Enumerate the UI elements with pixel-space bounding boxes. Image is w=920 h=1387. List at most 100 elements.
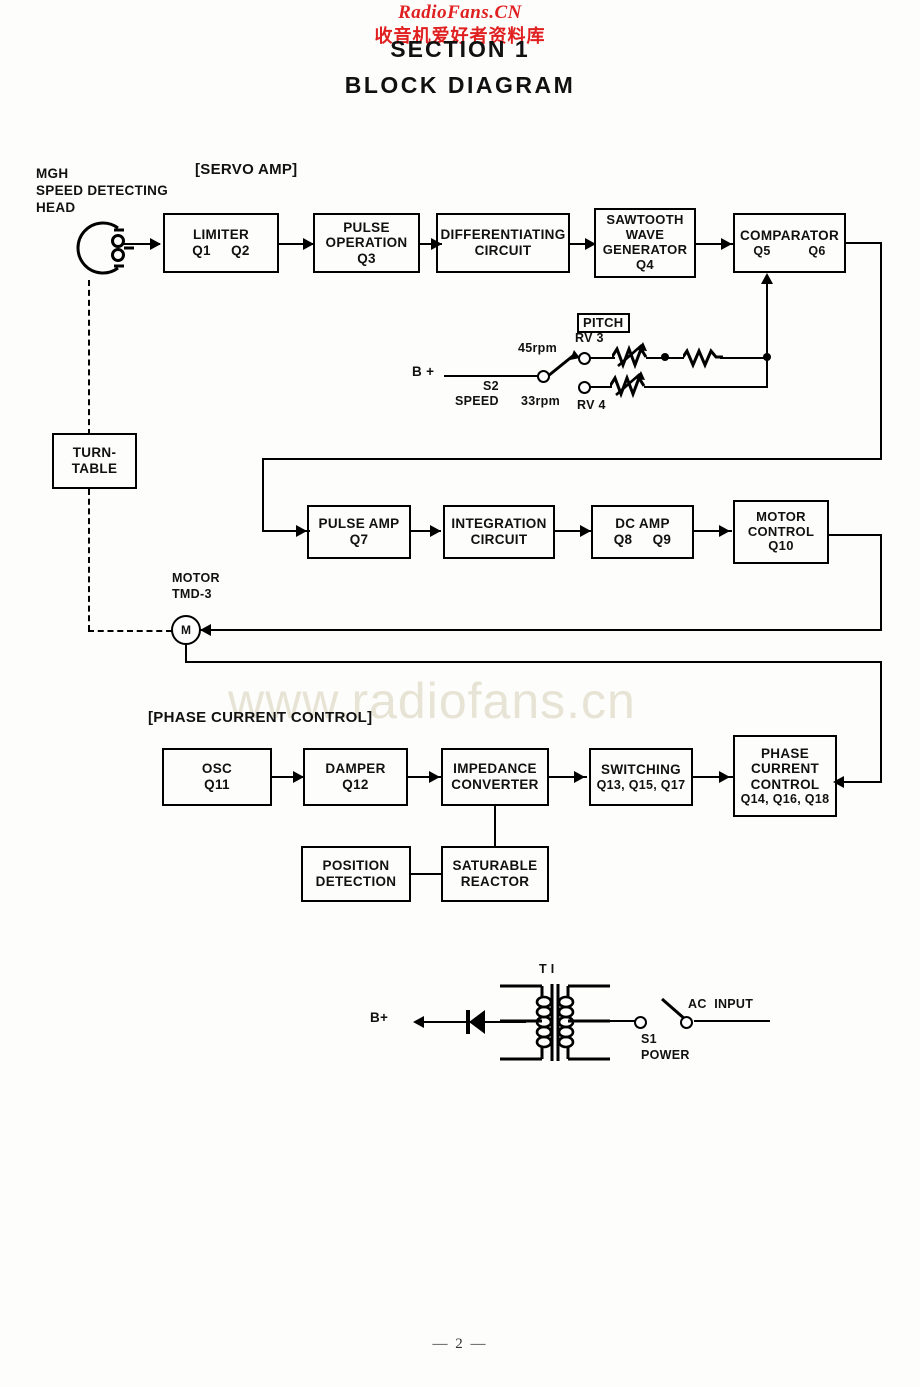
block-impedance-line2: CONVERTER xyxy=(451,777,539,792)
block-differentiating-line1: DIFFERENTIATING xyxy=(440,227,566,243)
wire-bplus-to-s2 xyxy=(444,375,540,378)
motor-symbol: M xyxy=(171,615,201,645)
arrowhead-integration-to-dc-amp xyxy=(580,525,591,537)
wire-feedback-bus-down xyxy=(262,458,265,532)
mgh-head-icon xyxy=(62,210,140,282)
s1-terminal-left xyxy=(634,1016,647,1029)
rv3-variable-resistor-icon xyxy=(610,341,660,373)
arrowhead-bus-to-pulse-amp xyxy=(296,525,307,537)
block-integration-line2: CIRCUIT xyxy=(470,532,528,547)
block-position-detection-line2: DETECTION xyxy=(315,874,397,889)
block-osc-line2: Q11 xyxy=(204,777,230,792)
block-pulse-amp: PULSE AMP Q7 xyxy=(307,505,411,559)
page-number: — 2 — xyxy=(432,1336,488,1352)
block-limiter-line1: LIMITER xyxy=(192,227,250,243)
block-phase-current-line2: CURRENT xyxy=(750,761,820,777)
block-phase-current-control: PHASE CURRENT CONTROL Q14, Q16, Q18 xyxy=(733,735,837,817)
block-pulse-operation-line1: PULSE xyxy=(343,219,390,235)
rv4-variable-resistor-icon xyxy=(608,370,658,402)
block-comparator-line1: COMPARATOR xyxy=(740,228,839,244)
block-turntable-line1: TURN- xyxy=(72,445,117,461)
block-motor-control: MOTOR CONTROL Q10 xyxy=(733,500,829,564)
block-comparator: COMPARATOR Q5 Q6 xyxy=(733,213,846,273)
block-turntable: TURN- TABLE xyxy=(52,433,137,489)
block-sawtooth-line3: GENERATOR xyxy=(602,242,688,257)
wire-feedback-bus-to-pulse-amp xyxy=(262,458,882,461)
block-damper: DAMPER Q12 xyxy=(303,748,408,806)
pitch-junction-dot-hidden xyxy=(661,353,669,361)
rpm33-terminal xyxy=(578,381,591,394)
arrowhead-impedance-to-switching xyxy=(574,771,585,783)
block-comparator-line2: Q5 Q6 xyxy=(753,243,826,258)
arrowhead-sawtooth-to-comparator xyxy=(721,238,732,250)
block-sawtooth-line1: SAWTOOTH xyxy=(606,212,684,228)
arrowhead-pulse-operation-to-differentiating xyxy=(431,238,442,250)
arrowhead-osc-to-damper xyxy=(293,771,304,783)
block-differentiating-line2: CIRCUIT xyxy=(474,243,532,258)
rpm33-label: 33rpm xyxy=(521,394,561,408)
block-differentiating-circuit: DIFFERENTIATING CIRCUIT xyxy=(436,213,570,273)
phase-current-control-section-label: [PHASE CURRENT CONTROL] xyxy=(148,709,373,726)
s1-terminal-right xyxy=(680,1016,693,1029)
page-title: BLOCK DIAGRAM xyxy=(344,72,576,98)
rpm45-label: 45rpm xyxy=(518,341,558,355)
wire-resistor-to-node xyxy=(720,357,768,360)
diode-icon xyxy=(463,1008,493,1036)
transformer-label: T I xyxy=(539,962,555,976)
wire-turntable-to-motor-horizontal xyxy=(88,630,172,632)
fixed-resistor-icon xyxy=(681,347,723,369)
block-pulse-operation-line3: Q3 xyxy=(357,250,376,266)
s1-label: S1 xyxy=(641,1032,657,1046)
block-diagram-page: RadioFans.CN 收音机爱好者资料库 SECTION 1 BLOCK D… xyxy=(0,0,920,1387)
s2-speed-label: SPEED xyxy=(455,394,499,408)
block-dc-amp-line1: DC AMP xyxy=(615,516,670,532)
wire-node-join-vertical xyxy=(766,357,769,388)
arrowhead-dc-amp-to-motor-control xyxy=(719,525,730,537)
block-saturable-reactor: SATURABLE REACTOR xyxy=(441,846,549,902)
arrowhead-pulse-amp-to-integration xyxy=(430,525,441,537)
s1-power-label: POWER xyxy=(641,1048,690,1062)
arrowhead-head-to-limiter xyxy=(150,238,161,250)
block-position-detection: POSITION DETECTION xyxy=(301,846,411,902)
block-osc: OSC Q11 xyxy=(162,748,272,806)
block-motor-control-line1: MOTOR xyxy=(756,508,806,524)
arrowhead-to-bplus xyxy=(413,1016,424,1028)
wire-motor-control-out-right xyxy=(829,534,882,537)
arrowhead-pitch-to-comparator xyxy=(761,273,773,284)
block-integration-circuit: INTEGRATION CIRCUIT xyxy=(443,505,555,559)
pitch-junction-dot xyxy=(763,353,771,361)
transformer-t1-icon xyxy=(500,980,610,1065)
wire-motor-control-to-motor xyxy=(200,629,882,632)
arrowhead-motor-control-to-motor xyxy=(200,624,211,636)
wire-position-detection-to-saturable-reactor xyxy=(411,873,441,876)
mgh-head-label: MGH SPEED DETECTING HEAD xyxy=(36,166,169,215)
block-pulse-operation-line2: OPERATION xyxy=(325,235,408,251)
block-pulse-amp-line2: Q7 xyxy=(349,532,369,547)
page-section-title: SECTION 1 xyxy=(390,36,530,62)
servo-amp-section-label: [SERVO AMP] xyxy=(195,161,298,178)
wire-head-to-turntable xyxy=(88,280,90,435)
block-dc-amp: DC AMP Q8 Q9 xyxy=(591,505,694,559)
block-osc-line1: OSC xyxy=(201,761,233,777)
rv3-label: RV 3 xyxy=(575,331,604,345)
b-plus-label-top: B + xyxy=(412,364,435,379)
block-impedance-line1: IMPEDANCE xyxy=(453,761,537,777)
arrowhead-differentiating-to-sawtooth xyxy=(585,238,596,250)
block-integration-line1: INTEGRATION xyxy=(451,516,547,532)
block-switching: SWITCHING Q13, Q15, Q17 xyxy=(589,748,693,806)
block-limiter-line2: Q1 Q2 xyxy=(192,243,250,258)
block-motor-control-line3: Q10 xyxy=(768,538,794,554)
block-damper-line1: DAMPER xyxy=(325,761,386,777)
block-damper-line2: Q12 xyxy=(342,777,369,792)
block-saturable-reactor-line2: REACTOR xyxy=(460,874,530,889)
block-dc-amp-line2: Q8 Q9 xyxy=(613,532,672,547)
ac-input-label: AC INPUT xyxy=(688,997,754,1011)
wire-rv4-to-node xyxy=(644,386,768,389)
b-plus-label-psu: B+ xyxy=(370,1010,389,1025)
block-pulse-amp-line1: PULSE AMP xyxy=(318,516,400,532)
block-phase-current-line4: Q14, Q16, Q18 xyxy=(740,792,830,807)
block-position-detection-line1: POSITION xyxy=(322,858,390,874)
arrowhead-damper-to-impedance xyxy=(429,771,440,783)
arrowhead-switching-to-phase-current-control xyxy=(719,771,730,783)
block-saturable-reactor-line1: SATURABLE xyxy=(452,858,538,874)
